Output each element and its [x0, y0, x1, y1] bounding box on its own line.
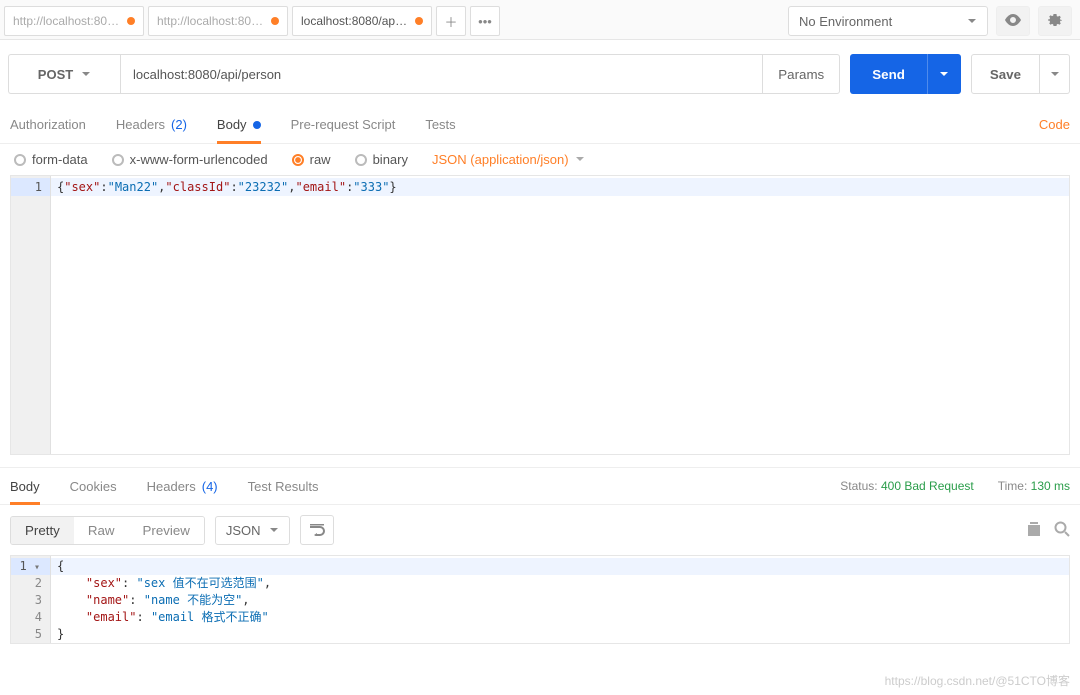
tab-authorization[interactable]: Authorization — [10, 106, 86, 143]
view-mode-segment: Pretty Raw Preview — [10, 516, 205, 545]
body-options: form-data x-www-form-urlencoded raw bina… — [0, 144, 1080, 175]
unsaved-dot-icon — [127, 17, 135, 25]
tab-title: http://localhost:8002/ — [157, 14, 265, 28]
ellipsis-icon: ••• — [478, 14, 492, 29]
chevron-down-icon — [575, 152, 585, 167]
watermark-text: https://blog.csdn.net/@51CTO博客 — [885, 672, 1070, 689]
radio-icon — [112, 154, 124, 166]
resp-tab-body[interactable]: Body — [10, 469, 40, 505]
chevron-down-icon — [939, 67, 949, 82]
time-label: Time: 130 ms — [998, 479, 1070, 493]
tab-headers[interactable]: Headers (2) — [116, 106, 187, 143]
chevron-down-icon — [269, 523, 279, 538]
tab-title: http://localhost:8002/ — [13, 14, 121, 28]
unsaved-dot-icon — [415, 17, 423, 25]
body-type-binary[interactable]: binary — [355, 152, 408, 167]
radio-checked-icon — [292, 154, 304, 166]
time-value: 130 ms — [1031, 479, 1070, 493]
fold-icon[interactable]: ▾ — [34, 562, 40, 573]
content-type-select[interactable]: JSON (application/json) — [432, 152, 585, 167]
environment-area: No Environment — [780, 0, 1080, 36]
editor-code-area[interactable]: {"sex":"Man22","classId":"23232","email"… — [51, 176, 1069, 454]
resp-tab-headers[interactable]: Headers (4) — [147, 468, 218, 504]
tab-title: localhost:8080/api/pe — [301, 14, 409, 28]
code-link[interactable]: Code — [1039, 117, 1070, 132]
response-section-tabs: Body Cookies Headers (4) Test Results St… — [0, 467, 1080, 505]
view-pretty[interactable]: Pretty — [11, 517, 74, 544]
resp-headers-count: (4) — [202, 479, 218, 494]
new-tab-button[interactable]: ＋ — [436, 6, 466, 36]
response-meta: Status: 400 Bad Request Time: 130 ms — [840, 479, 1070, 493]
gear-icon — [1047, 12, 1063, 31]
body-type-raw[interactable]: raw — [292, 152, 331, 167]
request-tab-2[interactable]: http://localhost:8002/ — [148, 6, 288, 36]
eye-icon — [1004, 14, 1022, 29]
environment-select[interactable]: No Environment — [788, 6, 988, 36]
environment-label: No Environment — [799, 14, 892, 29]
request-body-editor[interactable]: 1 {"sex":"Man22","classId":"23232","emai… — [10, 175, 1070, 455]
status-label: Status: 400 Bad Request — [840, 479, 973, 493]
body-type-urlencoded[interactable]: x-www-form-urlencoded — [112, 152, 268, 167]
radio-icon — [14, 154, 26, 166]
url-input[interactable] — [120, 54, 762, 94]
plus-icon: ＋ — [444, 12, 457, 31]
env-preview-button[interactable] — [996, 6, 1030, 36]
line-wrap-button[interactable] — [300, 515, 334, 545]
body-indicator-icon — [253, 121, 261, 129]
editor-code-area[interactable]: { "sex": "sex 值不在可选范围", "name": "name 不能… — [51, 556, 1069, 643]
response-body-editor[interactable]: 1 ▾ 2 3 4 5 { "sex": "sex 值不在可选范围", "nam… — [10, 555, 1070, 644]
unsaved-dot-icon — [271, 17, 279, 25]
editor-gutter: 1 — [11, 176, 51, 454]
chevron-down-icon — [1050, 67, 1060, 82]
more-tabs-button[interactable]: ••• — [470, 6, 500, 36]
chevron-down-icon — [81, 67, 91, 82]
resp-tab-cookies[interactable]: Cookies — [70, 468, 117, 504]
tabstrip: http://localhost:8002/ http://localhost:… — [4, 0, 780, 36]
view-raw[interactable]: Raw — [74, 517, 129, 544]
chevron-down-icon — [967, 14, 977, 29]
method-select[interactable]: POST — [8, 54, 120, 94]
request-section-tabs: Authorization Headers (2) Body Pre-reque… — [0, 106, 1080, 144]
wrap-icon — [309, 522, 325, 539]
request-tab-1[interactable]: http://localhost:8002/ — [4, 6, 144, 36]
tab-tests[interactable]: Tests — [425, 106, 455, 143]
send-dropdown-button[interactable] — [927, 54, 961, 94]
save-button-group: Save — [971, 54, 1070, 94]
response-action-icons — [1026, 521, 1070, 540]
send-button-group: Send — [850, 54, 961, 94]
resp-tab-test-results[interactable]: Test Results — [248, 468, 319, 504]
format-select[interactable]: JSON — [215, 516, 290, 545]
radio-icon — [355, 154, 367, 166]
view-preview[interactable]: Preview — [128, 517, 203, 544]
body-type-form-data[interactable]: form-data — [14, 152, 88, 167]
params-button[interactable]: Params — [762, 54, 840, 94]
save-dropdown-button[interactable] — [1040, 54, 1070, 94]
tab-prerequest[interactable]: Pre-request Script — [291, 106, 396, 143]
tab-body[interactable]: Body — [217, 107, 261, 144]
settings-button[interactable] — [1038, 6, 1072, 36]
status-value: 400 Bad Request — [881, 479, 974, 493]
search-icon[interactable] — [1054, 521, 1070, 540]
send-button[interactable]: Send — [850, 54, 927, 94]
save-button[interactable]: Save — [971, 54, 1040, 94]
headers-count: (2) — [171, 117, 187, 132]
request-tab-3[interactable]: localhost:8080/api/pe — [292, 6, 432, 36]
copy-icon[interactable] — [1026, 521, 1042, 540]
response-view-bar: Pretty Raw Preview JSON — [0, 505, 1080, 555]
method-label: POST — [38, 67, 73, 82]
topbar: http://localhost:8002/ http://localhost:… — [0, 0, 1080, 40]
editor-gutter: 1 ▾ 2 3 4 5 — [11, 556, 51, 643]
request-row: POST Params Send Save — [0, 40, 1080, 106]
